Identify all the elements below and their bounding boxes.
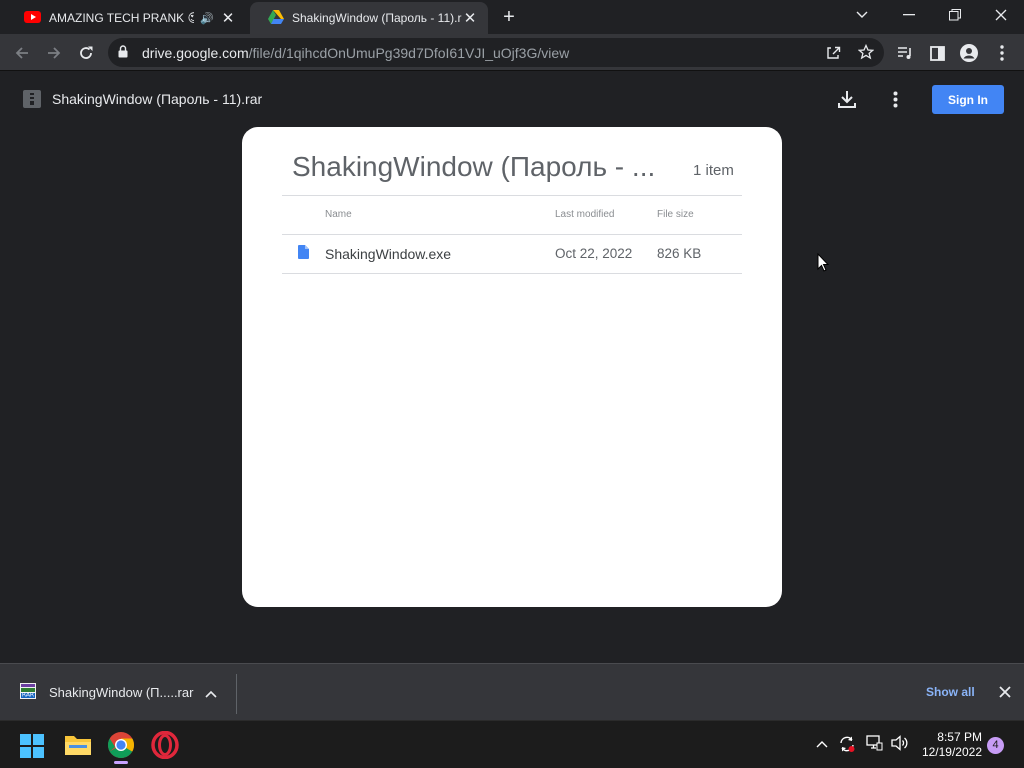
viewer-file-title: ShakingWindow (Пароль - 11).rar <box>52 91 263 107</box>
google-drive-icon <box>268 9 284 27</box>
new-tab-button[interactable]: + <box>498 6 520 28</box>
speaker-icon[interactable]: 🔊 <box>200 12 214 25</box>
close-icon[interactable]: ✕ <box>220 9 236 27</box>
reload-button[interactable] <box>73 40 99 66</box>
sign-in-button[interactable]: Sign In <box>932 85 1004 114</box>
side-panel-icon[interactable] <box>924 40 950 66</box>
divider <box>282 273 742 274</box>
show-all-link[interactable]: Show all <box>926 685 975 699</box>
close-window-button[interactable] <box>985 4 1017 26</box>
archive-title: ShakingWindow (Пароль - ... <box>292 151 656 182</box>
share-icon[interactable] <box>826 45 841 65</box>
clock-time: 8:57 PM <box>937 730 982 744</box>
chevron-up-icon[interactable] <box>205 685 217 703</box>
tab-title: ShakingWindow (Пароль - 11).rar <box>292 11 462 25</box>
download-file-name[interactable]: ShakingWindow (П.....rar <box>49 685 193 700</box>
forward-button[interactable] <box>41 40 67 66</box>
divider <box>236 674 237 714</box>
tab-youtube[interactable]: AMAZING TECH PRANK 😍😮 🔊 ✕ <box>6 2 246 34</box>
notification-badge[interactable]: 4 <box>987 737 1004 754</box>
system-clock[interactable]: 8:57 PM 12/19/2022 <box>918 730 982 760</box>
address-bar[interactable]: drive.google.com/file/d/1qihcdOnUmuPg39d… <box>108 38 884 67</box>
active-app-indicator <box>114 761 128 764</box>
url-text[interactable]: drive.google.com/file/d/1qihcdOnUmuPg39d… <box>142 45 569 61</box>
browser-menu-icon[interactable] <box>989 40 1015 66</box>
download-icon[interactable] <box>838 90 856 113</box>
windows-taskbar: 8:57 PM 12/19/2022 4 <box>0 720 1024 768</box>
tab-search-chevron-icon[interactable] <box>846 4 878 26</box>
tab-title: AMAZING TECH PRANK 😍😮 <box>49 11 195 25</box>
file-name[interactable]: ShakingWindow.exe <box>325 246 451 262</box>
archive-contents-card: ShakingWindow (Пароль - ... 1 item Name … <box>242 127 782 607</box>
item-count: 1 item <box>693 162 734 179</box>
browser-toolbar: drive.google.com/file/d/1qihcdOnUmuPg39d… <box>0 34 1024 71</box>
volume-icon[interactable] <box>891 735 909 756</box>
bookmark-star-icon[interactable] <box>857 43 875 65</box>
rar-archive-icon[interactable]: RAR <box>20 683 36 704</box>
divider <box>282 195 742 196</box>
restore-button[interactable] <box>939 4 971 26</box>
opera-icon[interactable] <box>151 730 179 760</box>
file-explorer-icon[interactable] <box>64 733 92 761</box>
sync-icon[interactable] <box>838 735 856 758</box>
column-header-name[interactable]: Name <box>325 209 352 220</box>
file-size: 826 KB <box>657 246 702 261</box>
youtube-icon <box>24 10 41 26</box>
show-hidden-icons-chevron-icon[interactable] <box>816 735 828 753</box>
document-file-icon <box>298 245 309 264</box>
close-icon[interactable]: ✕ <box>462 9 478 27</box>
close-icon[interactable] <box>999 685 1011 703</box>
network-icon[interactable] <box>866 735 883 756</box>
url-host: drive.google.com <box>142 45 249 61</box>
clock-date: 12/19/2022 <box>921 745 982 759</box>
url-path: /file/d/1qihcdOnUmuPg39d7DfoI61VJI_uOjf3… <box>248 45 570 61</box>
column-header-size[interactable]: File size <box>657 209 694 220</box>
column-header-modified[interactable]: Last modified <box>555 209 614 220</box>
drive-viewer-header: ShakingWindow (Пароль - 11).rar Sign In <box>0 71 1024 127</box>
download-shelf: RAR ShakingWindow (П.....rar Show all <box>0 663 1024 720</box>
tab-strip: AMAZING TECH PRANK 😍😮 🔊 ✕ ShakingWindow … <box>0 0 1024 34</box>
chrome-icon[interactable] <box>107 731 135 759</box>
divider <box>282 234 742 235</box>
lock-icon[interactable] <box>118 45 128 63</box>
archive-file-icon <box>23 90 41 113</box>
mouse-cursor-icon <box>817 252 830 277</box>
more-options-icon[interactable] <box>893 91 898 113</box>
back-button[interactable] <box>9 40 35 66</box>
svg-text:RAR: RAR <box>22 692 34 699</box>
tab-drive[interactable]: ShakingWindow (Пароль - 11).rar ✕ <box>250 2 488 34</box>
minimize-button[interactable] <box>893 4 925 26</box>
windows-start-icon[interactable] <box>19 733 47 761</box>
media-queue-icon[interactable] <box>892 40 918 66</box>
file-modified: Oct 22, 2022 <box>555 246 633 261</box>
profile-avatar-icon[interactable] <box>956 40 982 66</box>
